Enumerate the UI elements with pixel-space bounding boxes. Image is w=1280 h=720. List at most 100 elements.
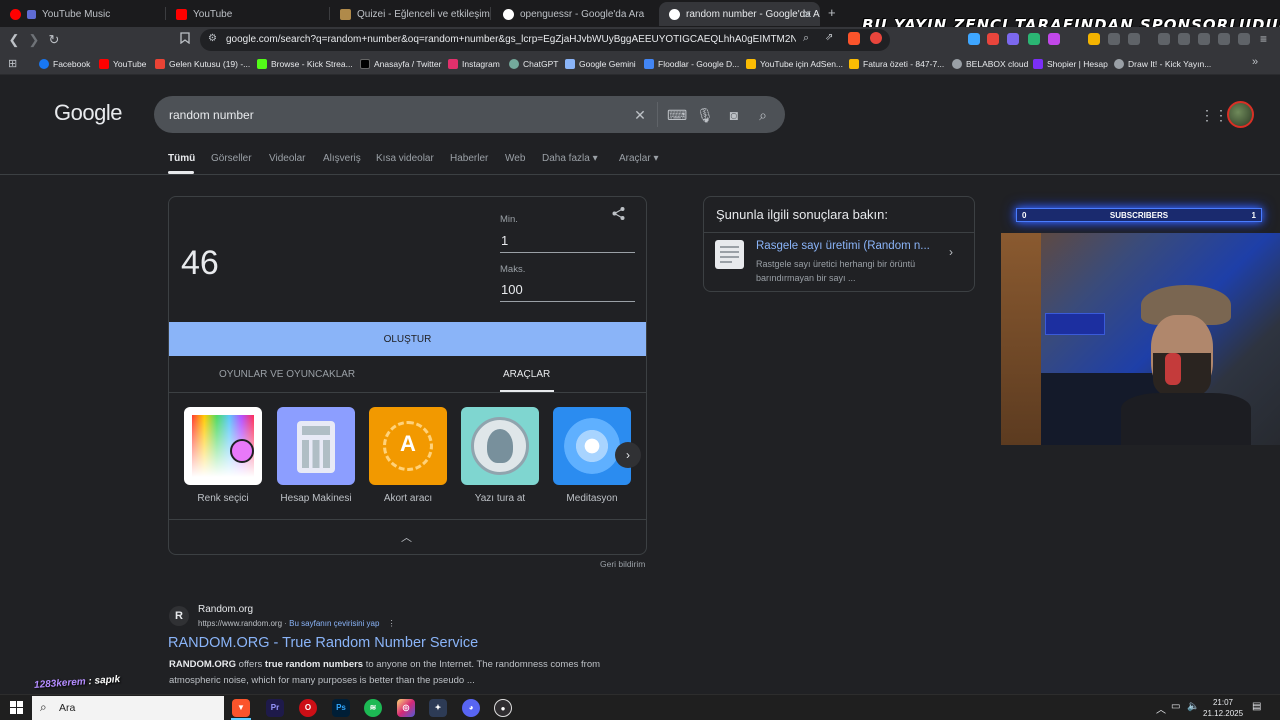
obs-icon[interactable]: ● <box>494 699 512 717</box>
tab-all[interactable]: Tümü <box>168 153 195 164</box>
tab-videos[interactable]: Videolar <box>269 153 306 164</box>
spotify-icon[interactable]: ≋ <box>364 699 382 717</box>
generate-button[interactable]: OLUŞTUR <box>169 322 646 356</box>
bookmark-kick[interactable]: Browse - Kick Strea... <box>257 57 353 71</box>
new-tab-button[interactable]: + <box>828 5 836 20</box>
wallet-icon[interactable] <box>1198 33 1210 45</box>
tab-news[interactable]: Haberler <box>450 153 488 164</box>
extension-icon[interactable] <box>1028 33 1040 45</box>
tab-games-and-toys[interactable]: OYUNLAR VE OYUNCAKLAR <box>219 369 355 380</box>
brave-rewards-icon[interactable] <box>870 32 882 44</box>
bookmark-drawit[interactable]: Draw It! - Kick Yayın... <box>1114 57 1211 71</box>
volume-icon[interactable]: 🔈 <box>1187 701 1199 712</box>
network-icon[interactable]: ▭ <box>1171 701 1180 712</box>
bookmark-youtube[interactable]: YouTube <box>99 57 146 71</box>
random-org-favicon[interactable]: R <box>169 606 189 626</box>
tab-search-icon[interactable] <box>1128 33 1140 45</box>
tool-calculator[interactable]: Hesap Makinesi <box>277 407 355 504</box>
extensions-puzzle-icon[interactable] <box>1108 33 1120 45</box>
discord-icon[interactable]: ◕ <box>462 699 480 717</box>
tab-youtube[interactable]: YouTube <box>166 2 329 26</box>
chevron-right-icon[interactable]: › <box>949 245 953 259</box>
ai-assistant-icon[interactable] <box>1218 33 1230 45</box>
search-icon[interactable]: ⌕ <box>754 106 772 124</box>
windows-start-icon[interactable] <box>10 701 23 714</box>
premiere-pro-icon[interactable]: Pr <box>266 699 284 717</box>
microphone-icon[interactable]: 🎙 <box>696 106 714 124</box>
tab-youtube-music[interactable]: YouTube Music <box>0 2 165 26</box>
tool-tuner[interactable]: A Akort aracı <box>369 407 447 504</box>
result-site-name[interactable]: Random.org <box>198 604 253 615</box>
tab-more[interactable]: Daha fazla ▾ <box>542 153 598 164</box>
zoom-search-icon[interactable]: ⌕ <box>803 32 809 45</box>
site-info-icon[interactable]: ⚙ <box>208 33 217 44</box>
tab-openguessr[interactable]: openguessr - Google'da Ara <box>493 2 656 26</box>
clear-search-icon[interactable]: ✕ <box>631 106 649 124</box>
extension-icon[interactable] <box>1007 33 1019 45</box>
bookmark-twitter[interactable]: Anasayfa / Twitter <box>360 57 441 71</box>
clock[interactable]: 21:07 21.12.2025 <box>1203 697 1243 719</box>
more-bookmarks-icon[interactable]: » <box>1252 56 1258 68</box>
app-icon[interactable]: ✦ <box>429 699 447 717</box>
back-icon[interactable]: ❮ <box>6 32 22 48</box>
bookmark-google-docs[interactable]: Floodlar - Google D... <box>644 57 739 71</box>
bookmark-icon[interactable] <box>177 32 193 48</box>
more-options-icon[interactable]: ⋮ <box>388 619 396 628</box>
related-result-title[interactable]: Rasgele sayı üretimi (Random n... <box>756 240 930 252</box>
close-tab-icon[interactable]: ✕ <box>803 8 812 21</box>
forward-icon[interactable]: ❯ <box>26 32 42 48</box>
chevron-right-icon[interactable]: › <box>615 442 641 468</box>
photoshop-icon[interactable]: Ps <box>332 699 350 717</box>
tab-web[interactable]: Web <box>505 153 525 164</box>
brave-browser-icon[interactable]: ▼ <box>232 699 250 717</box>
apps-grid-icon[interactable]: ⊞ <box>8 57 17 70</box>
menu-icon[interactable]: ≡ <box>1260 32 1267 46</box>
translate-page-link[interactable]: Bu sayfanın çevirisini yap <box>289 619 379 628</box>
bookmark-facebook[interactable]: Facebook <box>39 57 90 71</box>
vpn-icon[interactable] <box>1238 33 1250 45</box>
bookmark-fatura[interactable]: Fatura özeti - 847-7... <box>849 57 944 71</box>
tab-random-number[interactable]: random number - Google'da Ara ✕ <box>659 2 820 26</box>
chevron-up-icon[interactable]: ︿ <box>401 529 412 545</box>
notification-icon[interactable]: ▤ <box>1252 701 1261 712</box>
keyboard-icon[interactable]: ⌨ <box>667 106 687 124</box>
search-input[interactable]: random number ✕ ⌨ 🎙 ◙ ⌕ <box>154 96 785 133</box>
tool-color-picker[interactable]: Renk seçici <box>184 407 262 504</box>
max-input[interactable]: 100 <box>501 282 523 297</box>
bookmark-chatgpt[interactable]: ChatGPT <box>509 57 558 71</box>
media-control-icon[interactable] <box>1158 33 1170 45</box>
bookmark-gemini[interactable]: Google Gemini <box>565 57 636 71</box>
tab-tools[interactable]: ARAÇLAR <box>503 369 550 380</box>
opera-icon[interactable]: O <box>299 699 317 717</box>
extension-icon[interactable] <box>1088 33 1100 45</box>
instagram-icon[interactable]: ◎ <box>397 699 415 717</box>
share-page-icon[interactable]: ⇗ <box>825 32 833 43</box>
bookmark-belabox[interactable]: BELABOX cloud <box>952 57 1028 71</box>
min-input[interactable]: 1 <box>501 233 508 248</box>
tab-shopping[interactable]: Alışveriş <box>323 153 361 164</box>
wikipedia-thumbnail[interactable] <box>715 240 744 269</box>
taskbar-search[interactable]: ⌕ Ara <box>32 696 224 720</box>
share-icon[interactable] <box>611 206 626 224</box>
camera-lens-icon[interactable]: ◙ <box>725 106 743 124</box>
extension-icon[interactable] <box>1048 33 1060 45</box>
google-logo[interactable]: Google <box>54 100 122 126</box>
avatar[interactable] <box>1227 101 1254 128</box>
reload-icon[interactable]: ↻ <box>46 32 62 48</box>
bookmark-shopier[interactable]: Shopier | Hesap <box>1033 57 1108 71</box>
extension-icon[interactable] <box>968 33 980 45</box>
tray-overflow-icon[interactable]: ︿ <box>1156 701 1166 716</box>
google-apps-icon[interactable]: ⋮⋮ <box>1200 107 1228 124</box>
brave-shields-icon[interactable] <box>848 32 860 45</box>
result-title-link[interactable]: RANDOM.ORG - True Random Number Service <box>168 635 478 651</box>
feedback-link[interactable]: Geri bildirim <box>600 559 645 569</box>
result-url-text[interactable]: https://www.random.org <box>198 619 282 628</box>
tab-short-videos[interactable]: Kısa videolar <box>376 153 434 164</box>
bookmark-adsense[interactable]: YouTube için AdSen... <box>746 57 843 71</box>
tool-coin-flip[interactable]: Yazı tura at <box>461 407 539 504</box>
bookmark-gmail[interactable]: Gelen Kutusu (19) -... <box>155 57 250 71</box>
extension-icon[interactable] <box>987 33 999 45</box>
address-bar[interactable]: ⚙ google.com/search?q=random+number&oq=r… <box>200 29 890 51</box>
bookmark-instagram[interactable]: Instagram <box>448 57 500 71</box>
tab-tools[interactable]: Araçlar ▾ <box>619 153 658 164</box>
